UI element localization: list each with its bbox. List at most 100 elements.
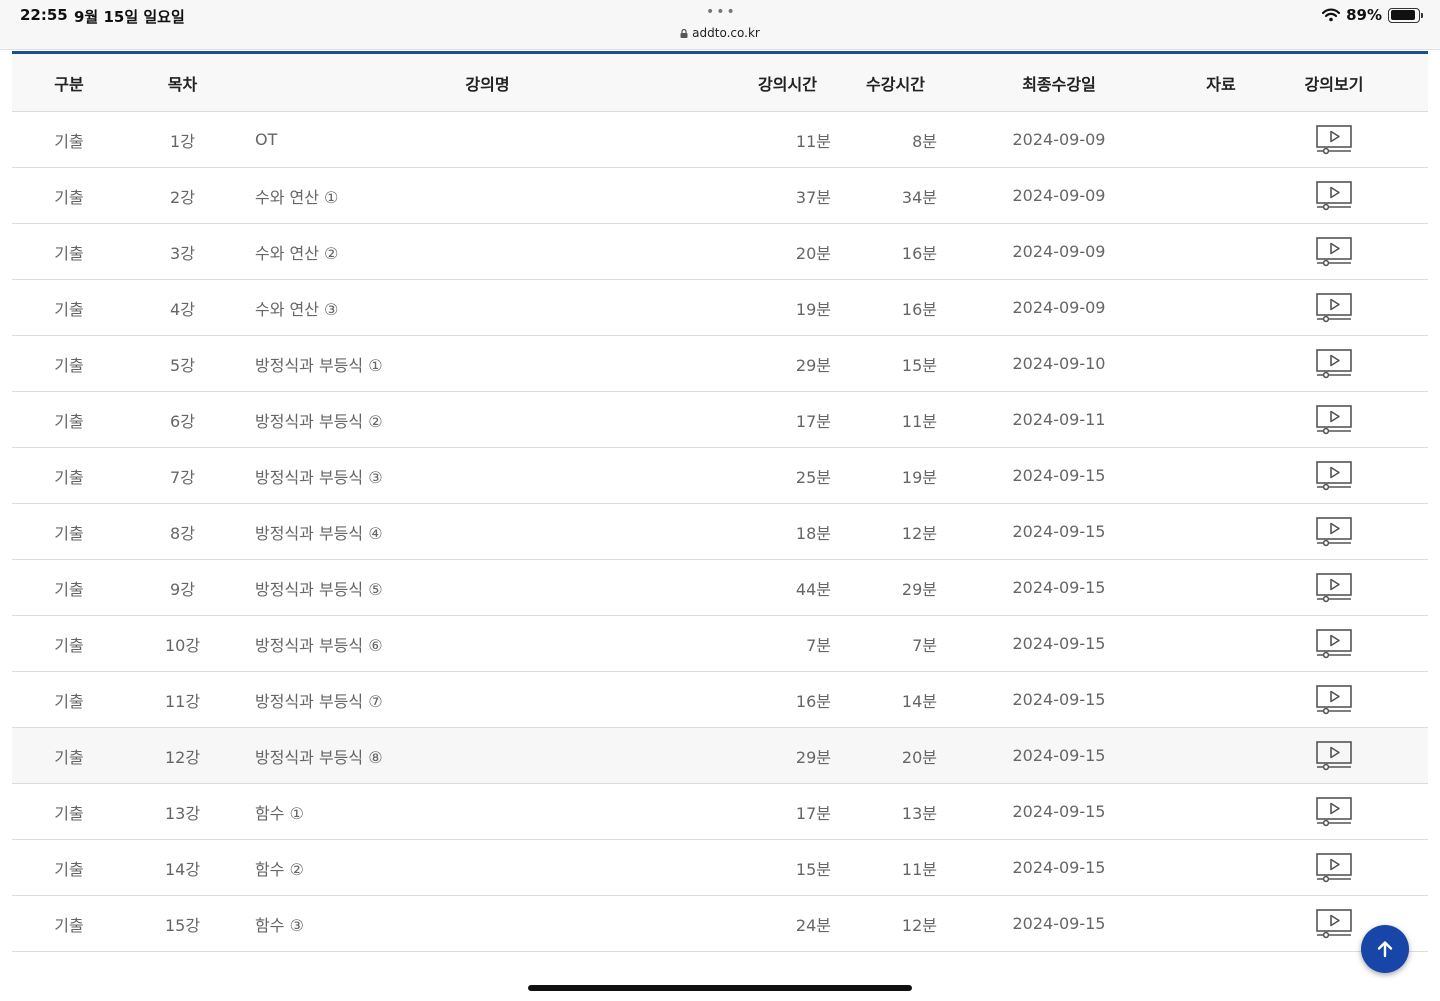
play-monitor-icon[interactable] (1316, 236, 1352, 267)
play-monitor-icon[interactable] (1316, 908, 1352, 939)
table-row: 기출 6강 방정식과 부등식 ② 17분 11분 2024-09-11 (12, 392, 1428, 448)
cell-title: 방정식과 부등식 ⑦ (255, 691, 383, 711)
header-category: 구분 (54, 74, 84, 94)
play-monitor-icon[interactable] (1316, 124, 1352, 155)
play-monitor-icon[interactable] (1316, 572, 1352, 603)
cell-category: 기출 (54, 355, 84, 375)
cell-category: 기출 (54, 691, 84, 711)
wifi-icon (1322, 8, 1341, 22)
cell-title: 방정식과 부등식 ⑧ (255, 747, 383, 767)
cell-toc: 13강 (164, 803, 201, 823)
cell-toc: 7강 (170, 467, 195, 487)
cell-lecture-time: 17분 (795, 411, 831, 431)
lock-icon (680, 29, 688, 38)
more-dots-icon[interactable]: ••• (706, 4, 737, 20)
status-date: 9월 15일 일요일 (74, 8, 185, 26)
table-row: 기출 13강 함수 ① 17분 13분 2024-09-15 (12, 784, 1428, 840)
cell-lecture-time: 20분 (795, 243, 831, 263)
cell-watch-time: 19분 (901, 467, 937, 487)
play-monitor-icon[interactable] (1316, 852, 1352, 883)
cell-last-date: 2024-09-15 (1012, 522, 1106, 541)
cell-last-date: 2024-09-15 (1012, 802, 1106, 821)
play-monitor-icon[interactable] (1316, 404, 1352, 435)
cell-category: 기출 (54, 299, 84, 319)
cell-last-date: 2024-09-15 (1012, 466, 1106, 485)
battery-icon (1388, 7, 1423, 23)
play-monitor-icon[interactable] (1316, 628, 1352, 659)
cell-view (1276, 740, 1392, 771)
cell-lecture-time: 11분 (795, 131, 831, 151)
cell-toc: 9강 (170, 579, 195, 599)
play-monitor-icon[interactable] (1316, 292, 1352, 323)
play-monitor-icon[interactable] (1316, 684, 1352, 715)
cell-watch-time: 11분 (901, 411, 937, 431)
cell-category: 기출 (54, 243, 84, 263)
cell-lecture-time: 24분 (795, 915, 831, 935)
cell-watch-time: 13분 (901, 803, 937, 823)
cell-view (1276, 292, 1392, 323)
cell-title: 함수 ③ (255, 915, 304, 935)
table-row: 기출 10강 방정식과 부등식 ⑥ 7분 7분 2024-09-15 (12, 616, 1428, 672)
cell-category: 기출 (54, 467, 84, 487)
header-toc: 목차 (167, 74, 198, 94)
cell-last-date: 2024-09-15 (1012, 914, 1106, 933)
play-monitor-icon[interactable] (1316, 516, 1352, 547)
cell-toc: 1강 (170, 131, 195, 151)
play-monitor-icon[interactable] (1316, 460, 1352, 491)
cell-last-date: 2024-09-09 (1012, 242, 1106, 261)
cell-category: 기출 (54, 747, 84, 767)
cell-watch-time: 16분 (901, 299, 937, 319)
cell-toc: 11강 (164, 691, 201, 711)
cell-category: 기출 (54, 859, 84, 879)
cell-watch-time: 14분 (901, 691, 937, 711)
cell-title: 함수 ② (255, 859, 304, 879)
cell-lecture-time: 18분 (795, 523, 831, 543)
cell-lecture-time: 17분 (795, 803, 831, 823)
table-row: 기출 3강 수와 연산 ② 20분 16분 2024-09-09 (12, 224, 1428, 280)
cell-toc: 2강 (170, 187, 195, 207)
cell-category: 기출 (54, 579, 84, 599)
cell-lecture-time: 15분 (795, 859, 831, 879)
cell-view (1276, 236, 1392, 267)
status-time: 22:55 (20, 6, 68, 24)
play-monitor-icon[interactable] (1316, 180, 1352, 211)
cell-watch-time: 7분 (912, 635, 937, 655)
battery-percent: 89% (1346, 6, 1382, 24)
home-indicator[interactable] (528, 985, 912, 991)
cell-lecture-time: 7분 (806, 635, 831, 655)
cell-lecture-time: 29분 (795, 355, 831, 375)
arrow-up-icon (1377, 941, 1393, 958)
play-monitor-icon[interactable] (1316, 796, 1352, 827)
cell-toc: 8강 (170, 523, 195, 543)
cell-category: 기출 (54, 635, 84, 655)
cell-title: 함수 ① (255, 803, 304, 823)
cell-view (1276, 516, 1392, 547)
table-header: 구분 목차 강의명 강의시간 수강시간 최종수강일 자료 강의보기 (12, 54, 1428, 112)
cell-last-date: 2024-09-15 (1012, 634, 1106, 653)
table-row: 기출 14강 함수 ② 15분 11분 2024-09-15 (12, 840, 1428, 896)
cell-title: 수와 연산 ③ (255, 299, 339, 319)
cell-watch-time: 15분 (901, 355, 937, 375)
cell-watch-time: 12분 (901, 915, 937, 935)
cell-view (1276, 852, 1392, 883)
cell-view (1276, 796, 1392, 827)
cell-watch-time: 34분 (901, 187, 937, 207)
cell-view (1276, 572, 1392, 603)
table-row: 기출 5강 방정식과 부등식 ① 29분 15분 2024-09-10 (12, 336, 1428, 392)
address-bar[interactable]: addto.co.kr (0, 26, 1440, 40)
table-row: 기출 2강 수와 연산 ① 37분 34분 2024-09-09 (12, 168, 1428, 224)
play-monitor-icon[interactable] (1316, 740, 1352, 771)
cell-toc: 6강 (170, 411, 195, 431)
header-last-date: 최종수강일 (1022, 74, 1096, 94)
cell-title: 방정식과 부등식 ⑥ (255, 635, 383, 655)
cell-lecture-time: 44분 (795, 579, 831, 599)
table-row: 기출 9강 방정식과 부등식 ⑤ 44분 29분 2024-09-15 (12, 560, 1428, 616)
play-monitor-icon[interactable] (1316, 348, 1352, 379)
scroll-top-button[interactable] (1361, 925, 1409, 973)
header-title: 강의명 (465, 74, 510, 94)
cell-title: 방정식과 부등식 ③ (255, 467, 383, 487)
cell-last-date: 2024-09-10 (1012, 354, 1106, 373)
table-row: 기출 8강 방정식과 부등식 ④ 18분 12분 2024-09-15 (12, 504, 1428, 560)
cell-watch-time: 11분 (901, 859, 937, 879)
cell-last-date: 2024-09-15 (1012, 746, 1106, 765)
